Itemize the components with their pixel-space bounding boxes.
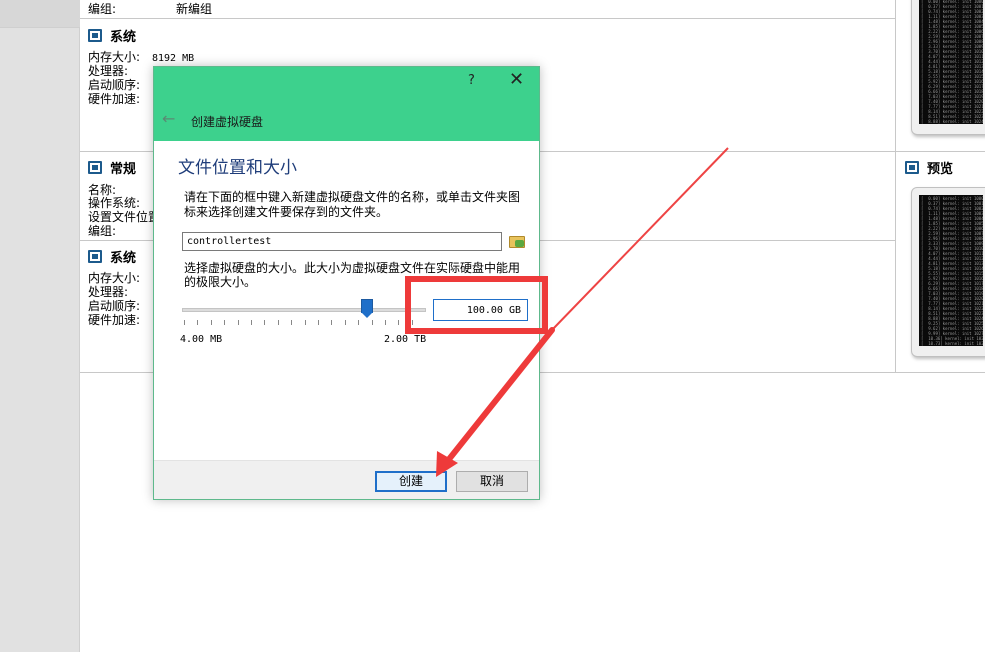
annotation-arrow (436, 147, 729, 477)
